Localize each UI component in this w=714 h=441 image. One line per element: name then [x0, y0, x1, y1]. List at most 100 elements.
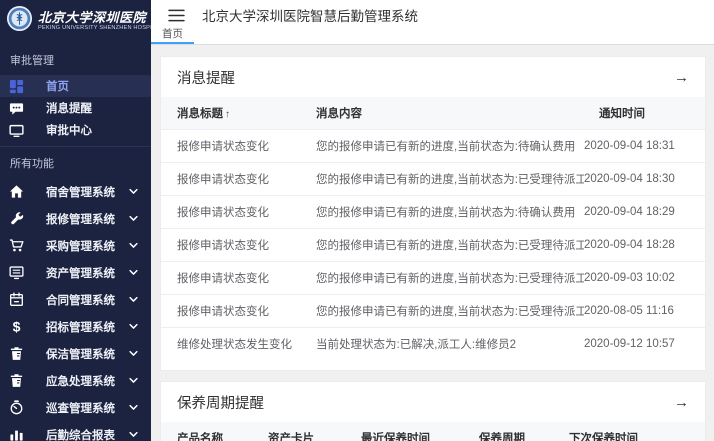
sidebar-item-label: 消息提醒	[46, 100, 92, 116]
tab-bar: 首页	[151, 30, 714, 45]
chevron-down-icon	[127, 294, 139, 305]
sidebar-nav: 审批管理首页消息提醒审批中心所有功能宿舍管理系统报修管理系统采购管理系统资产管理…	[0, 44, 151, 441]
message-title: 报修申请状态变化	[161, 262, 316, 295]
sidebar-item-asset[interactable]: 资产管理系统	[0, 259, 151, 286]
dollar-icon: $	[8, 319, 25, 334]
sidebar-item-label: 后勤综合报表	[46, 427, 115, 441]
col-header-maintenance-2[interactable]: 最近保养时间	[361, 422, 479, 441]
messages-card-header: 消息提醒 →	[161, 57, 705, 97]
message-time: 2020-09-04 18:30	[584, 163, 705, 196]
tab-home[interactable]: 首页	[151, 26, 194, 44]
message-title: 报修申请状态变化	[161, 196, 316, 229]
maintenance-header-row: 产品名称资产卡片最近保养时间保养周期下次保养时间	[161, 422, 705, 441]
wrench-icon	[8, 211, 25, 226]
sidebar-item-label: 招标管理系统	[46, 319, 115, 335]
maintenance-table: 产品名称资产卡片最近保养时间保养周期下次保养时间 无可用数据	[161, 422, 705, 441]
sidebar-item-label: 资产管理系统	[46, 265, 115, 281]
message-content: 您的报修申请已有新的进度,当前状态为:待确认费用	[316, 196, 584, 229]
chat-icon	[8, 101, 25, 116]
message-row[interactable]: 报修申请状态变化您的报修申请已有新的进度,当前状态为:已受理待派工2020-09…	[161, 262, 705, 295]
col-header-maintenance-3[interactable]: 保养周期	[479, 422, 569, 441]
message-content: 您的报修申请已有新的进度,当前状态为:待确认费用	[316, 130, 584, 163]
trash-icon	[8, 373, 25, 388]
trash-icon	[8, 346, 25, 361]
cart-icon	[8, 238, 25, 253]
messages-table: 消息标题↑ 消息内容 通知时间 报修申请状态变化您的报修申请已有新的进度,当前状…	[161, 97, 705, 360]
sidebar-item-dormitory[interactable]: 宿舍管理系统	[0, 178, 151, 205]
col-header-notify-time[interactable]: 通知时间	[584, 97, 705, 130]
sidebar-item-emergency[interactable]: 应急处理系统	[0, 367, 151, 394]
message-content: 您的报修申请已有新的进度,当前状态为:已受理待派工	[316, 229, 584, 262]
dashboard-icon	[8, 79, 25, 94]
col-header-maintenance-0[interactable]: 产品名称	[161, 422, 268, 441]
maintenance-card: 保养周期提醒 → 产品名称资产卡片最近保养时间保养周期下次保养时间 无可用数据	[160, 381, 706, 441]
hamburger-icon[interactable]	[168, 9, 185, 22]
topbar: 北京大学深圳医院智慧后勤管理系统	[151, 0, 714, 30]
chevron-down-icon	[127, 267, 139, 278]
sidebar-item-message-reminder[interactable]: 消息提醒	[0, 97, 151, 119]
sidebar-item-label: 报修管理系统	[46, 211, 115, 227]
message-content: 您的报修申请已有新的进度,当前状态为:已受理待派工	[316, 295, 584, 328]
bar-chart-icon	[8, 427, 25, 441]
app-root: 北京大学深圳医院 PEKING UNIVERSITY SHENZHEN HOSP…	[0, 0, 714, 441]
message-time: 2020-09-04 18:28	[584, 229, 705, 262]
sidebar-item-repair[interactable]: 报修管理系统	[0, 205, 151, 232]
chevron-down-icon	[127, 186, 139, 197]
col-header-maintenance-4[interactable]: 下次保养时间	[569, 422, 705, 441]
arrow-right-icon[interactable]: →	[674, 70, 689, 85]
message-time: 2020-09-04 18:29	[584, 196, 705, 229]
maintenance-card-header: 保养周期提醒 →	[161, 382, 705, 422]
message-time: 2020-09-12 10:57	[584, 328, 705, 361]
monitor-icon	[8, 123, 25, 138]
sidebar-item-label: 审批中心	[46, 122, 92, 138]
sidebar-item-logistics-report[interactable]: 后勤综合报表	[0, 421, 151, 441]
chevron-down-icon	[127, 213, 139, 224]
sidebar-item-home[interactable]: 首页	[0, 75, 151, 97]
home-icon	[8, 184, 25, 199]
messages-card: 消息提醒 → 消息标题↑ 消息内容 通知时间 报修申请状态变化您的报修申请已有新…	[160, 56, 706, 371]
message-row[interactable]: 维修处理状态发生变化当前处理状态为:已解决,派工人:维修员22020-09-12…	[161, 328, 705, 361]
arrow-right-icon[interactable]: →	[674, 395, 689, 410]
message-row[interactable]: 报修申请状态变化您的报修申请已有新的进度,当前状态为:已受理待派工2020-08…	[161, 295, 705, 328]
svg-text:$: $	[13, 319, 21, 334]
hospital-logo: 北京大学深圳医院 PEKING UNIVERSITY SHENZHEN HOSP…	[0, 0, 151, 44]
chevron-down-icon	[127, 240, 139, 251]
col-header-maintenance-1[interactable]: 资产卡片	[268, 422, 361, 441]
message-title: 维修处理状态发生变化	[161, 328, 316, 361]
content: 消息提醒 → 消息标题↑ 消息内容 通知时间 报修申请状态变化您的报修申请已有新…	[151, 45, 714, 441]
sidebar-item-label: 首页	[46, 78, 69, 94]
sidebar-item-procurement[interactable]: 采购管理系统	[0, 232, 151, 259]
sidebar-item-bidding[interactable]: $ 招标管理系统	[0, 313, 151, 340]
message-time: 2020-09-03 10:02	[584, 262, 705, 295]
hospital-logo-icon	[6, 5, 33, 37]
hospital-name: 北京大学深圳医院	[38, 11, 151, 25]
message-title: 报修申请状态变化	[161, 295, 316, 328]
sidebar-item-contract[interactable]: 合同管理系统	[0, 286, 151, 313]
sidebar-item-label: 巡查管理系统	[46, 400, 115, 416]
message-row[interactable]: 报修申请状态变化您的报修申请已有新的进度,当前状态为:待确认费用2020-09-…	[161, 130, 705, 163]
col-header-message-content[interactable]: 消息内容	[316, 97, 584, 130]
message-row[interactable]: 报修申请状态变化您的报修申请已有新的进度,当前状态为:已受理待派工2020-09…	[161, 229, 705, 262]
col-header-message-title[interactable]: 消息标题↑	[161, 97, 316, 130]
maintenance-title: 保养周期提醒	[177, 392, 264, 413]
message-time: 2020-08-05 11:16	[584, 295, 705, 328]
chevron-down-icon	[127, 402, 139, 413]
sidebar-item-cleaning[interactable]: 保洁管理系统	[0, 340, 151, 367]
chevron-down-icon	[127, 348, 139, 359]
message-content: 您的报修申请已有新的进度,当前状态为:已受理待派工	[316, 163, 584, 196]
sidebar-item-approval-center[interactable]: 审批中心	[0, 119, 151, 141]
main-area: 北京大学深圳医院智慧后勤管理系统 首页 消息提醒 → 消息标题↑ 消息内容 通知	[151, 0, 714, 441]
sidebar-section-label: 所有功能	[0, 147, 151, 178]
message-content: 当前处理状态为:已解决,派工人:维修员2	[316, 328, 584, 361]
chevron-down-icon	[127, 375, 139, 386]
message-title: 报修申请状态变化	[161, 229, 316, 262]
message-row[interactable]: 报修申请状态变化您的报修申请已有新的进度,当前状态为:待确认费用2020-09-…	[161, 196, 705, 229]
message-row[interactable]: 报修申请状态变化您的报修申请已有新的进度,当前状态为:已受理待派工2020-09…	[161, 163, 705, 196]
sidebar-item-label: 合同管理系统	[46, 292, 115, 308]
sort-asc-icon: ↑	[225, 109, 230, 120]
sidebar-item-label: 采购管理系统	[46, 238, 115, 254]
app-title: 北京大学深圳医院智慧后勤管理系统	[202, 5, 418, 25]
sidebar-item-inspection[interactable]: 巡查管理系统	[0, 394, 151, 421]
hospital-name-en: PEKING UNIVERSITY SHENZHEN HOSPITAL	[38, 25, 151, 31]
sidebar: 北京大学深圳医院 PEKING UNIVERSITY SHENZHEN HOSP…	[0, 0, 151, 441]
